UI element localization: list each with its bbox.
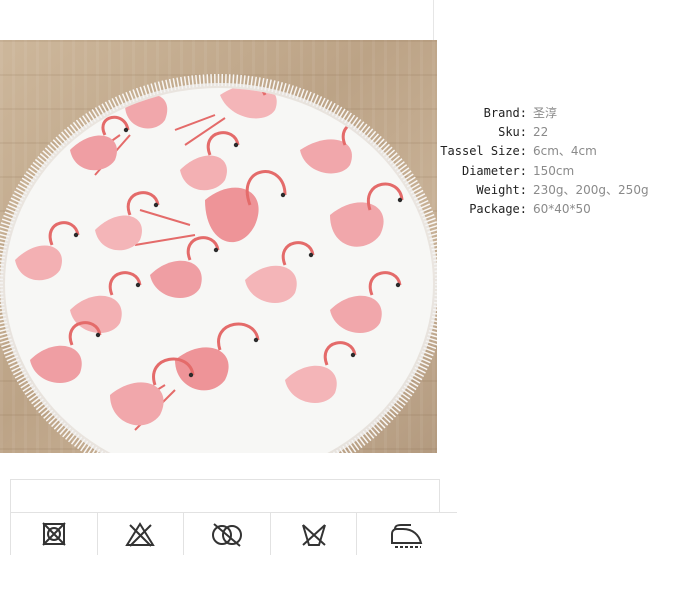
spec-label: Sku: [498,125,527,140]
product-image [0,40,437,453]
product-specs: Brand: 圣淳 Sku: 22 Tassel Size: 6cm、4cm D… [436,104,696,219]
care-cell [269,513,357,555]
spec-label: Weight: [476,182,527,197]
spec-row-weight: Weight: 230g、200g、250g [436,181,696,200]
spec-value: 150cm [533,163,575,178]
wash-prohibited-icon [301,524,326,546]
care-header [10,479,440,513]
tumble-dry-prohibited-icon [42,522,66,546]
spec-row-tassel-size: Tassel Size: 6cm、4cm [436,142,696,161]
spec-value: 22 [533,125,549,140]
care-cell [10,513,97,555]
spec-label: Package: [469,202,527,217]
spec-value: 230g、200g、250g [533,182,649,197]
care-instructions [10,479,457,555]
iron-icon [391,524,423,548]
bleach-prohibited-icon [125,522,156,547]
flamingo-towel-illustration [0,74,437,453]
spec-label: Brand: [483,106,527,120]
spec-label: Tassel Size: [440,144,527,159]
care-cell [183,513,270,555]
spec-row-brand: Brand: 圣淳 [436,104,696,123]
care-icons-row [10,513,457,555]
spec-value: 60*40*50 [533,202,591,217]
care-cell [96,513,184,555]
spec-value: 6cm、4cm [533,144,597,159]
spec-label: Diameter: [461,163,527,178]
dry-clean-prohibited-icon [212,523,243,547]
care-cell [356,513,457,555]
spec-row-sku: Sku: 22 [436,123,696,142]
spec-row-package: Package: 60*40*50 [436,200,696,219]
spec-value: 圣淳 [533,106,558,120]
divider-line [433,0,434,40]
spec-row-diameter: Diameter: 150cm [436,162,696,181]
